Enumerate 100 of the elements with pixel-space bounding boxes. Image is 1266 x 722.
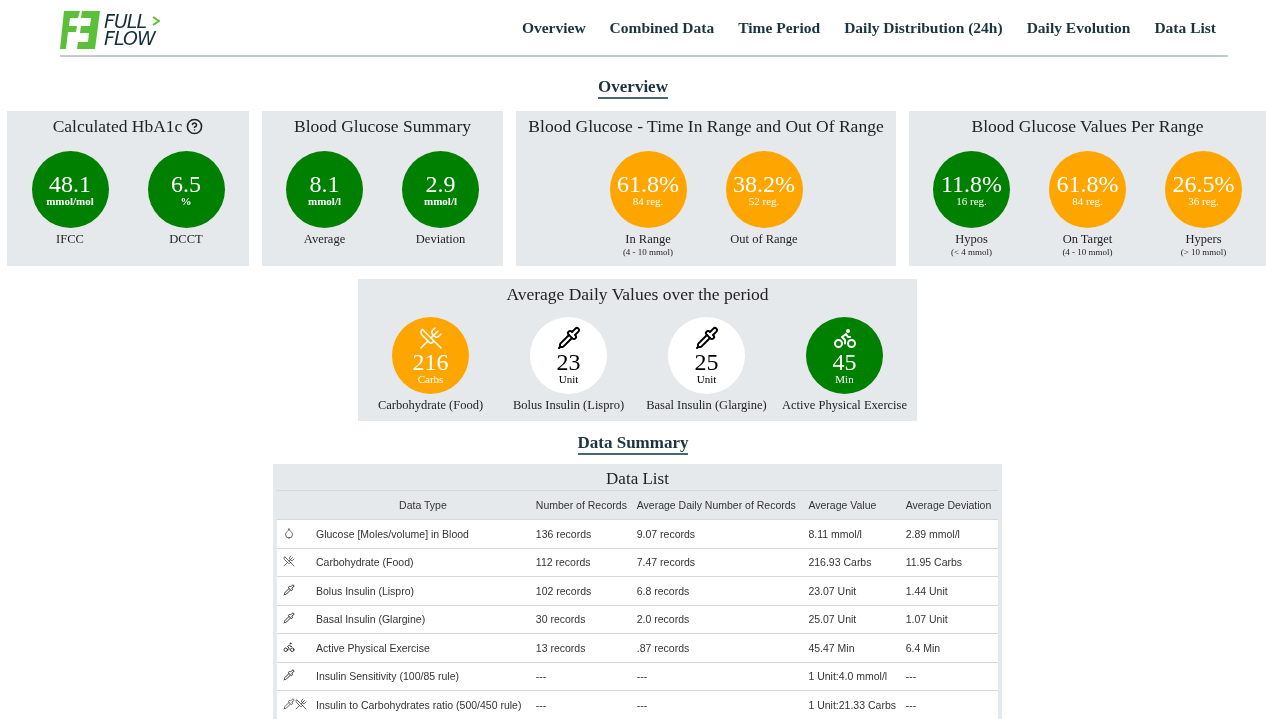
nav-link[interactable]: Daily Distribution (24h) xyxy=(844,18,1003,37)
stat-label: Carbohydrate (Food) xyxy=(377,398,484,413)
stat-unit: 16 reg. xyxy=(956,196,987,207)
logo-mark-icon xyxy=(60,10,100,49)
stat-label: Deviation xyxy=(415,232,466,247)
stat-value: 23 xyxy=(556,350,581,374)
stat-unit: mmol/l xyxy=(308,196,341,207)
table-cell: Active Physical Exercise xyxy=(313,633,533,662)
stat-value: 6.5 xyxy=(171,172,201,196)
table-cell: --- xyxy=(633,662,806,691)
table-cell: Glucose [Moles/volume] in Blood xyxy=(313,519,533,548)
nav-link[interactable]: Daily Evolution xyxy=(1026,18,1131,37)
table-cell: 1 Unit:4.0 mmol/l xyxy=(805,662,903,691)
dropper-icon xyxy=(556,326,581,350)
table-cell: 30 records xyxy=(532,605,634,634)
table-cell: 216.93 Carbs xyxy=(805,548,903,577)
table-cell: 1.44 Unit xyxy=(902,576,998,605)
stat-label: Hypos xyxy=(955,232,988,247)
logo-text: FULL xyxy=(104,12,160,30)
table-cell: .87 records xyxy=(633,633,806,662)
card-title: Calculated HbA1c xyxy=(52,116,204,137)
stat-unit: Unit xyxy=(558,374,579,385)
stat-value: 48.1 xyxy=(49,172,91,196)
stat-note: (> 10 mmol) xyxy=(1180,247,1227,257)
stat-unit: % xyxy=(180,196,192,207)
table-cell: --- xyxy=(532,690,634,719)
bicycle-icon xyxy=(832,326,857,350)
droplet-icon xyxy=(283,526,295,539)
table-cell: 1.07 Unit xyxy=(902,605,998,634)
utensils-icon xyxy=(283,555,295,568)
stat-value: 26.5% xyxy=(1172,172,1235,196)
table-cell: Insulin to Carbohydrates ratio (500/450 rule) xyxy=(313,690,533,719)
stat-unit: Unit xyxy=(696,374,717,385)
logo-text: FLOW xyxy=(104,29,157,47)
stat-label: IFCC xyxy=(56,232,84,247)
stat-label: Basal Insulin (Glargine) xyxy=(646,398,767,413)
table-cell: 23.07 Unit xyxy=(805,576,903,605)
stat-note: (4 - 10 mmol) xyxy=(622,247,674,257)
card-title: Blood Glucose Summary xyxy=(294,116,471,137)
nav-link[interactable]: Data List xyxy=(1154,18,1216,37)
stat-label: Out of Range xyxy=(730,232,798,247)
stat-value: 2.9 xyxy=(425,172,456,196)
table-cell: 102 records xyxy=(532,576,634,605)
table-cell: --- xyxy=(633,690,806,719)
stat-note: (4 - 10 mmol) xyxy=(1062,247,1113,257)
table-cell: 6.8 records xyxy=(633,576,806,605)
dropper-utensils-icon xyxy=(283,697,307,710)
stat-unit: 52 reg. xyxy=(748,196,780,207)
stat-label: Bolus Insulin (Lispro) xyxy=(512,398,625,413)
table-cell: 1 Unit:21.33 Carbs xyxy=(805,690,903,719)
stat-label: Average xyxy=(303,232,346,247)
nav-link[interactable]: Time Period xyxy=(738,18,821,37)
stat-value: 216 xyxy=(412,350,449,374)
stat-note: (< 4 mmol) xyxy=(950,247,993,257)
stat-value: 25 xyxy=(694,350,719,374)
utensils-icon xyxy=(418,326,443,350)
table-cell: --- xyxy=(902,662,998,691)
nav-link[interactable]: Combined Data xyxy=(609,18,715,37)
table-cell: Basal Insulin (Glargine) xyxy=(313,605,533,634)
table-cell: 136 records xyxy=(532,519,634,548)
dropper-icon xyxy=(283,612,295,625)
section-title: Overview xyxy=(598,77,668,99)
stat-label: Active Physical Exercise xyxy=(782,398,907,413)
help-icon[interactable] xyxy=(186,118,204,135)
table-cell: 6.4 Min xyxy=(902,633,998,662)
table-cell: 8.11 mmol/l xyxy=(805,519,903,548)
stat-value: 45 xyxy=(832,350,857,374)
table-cell: 112 records xyxy=(532,548,634,577)
card-title: Blood Glucose - Time In Range and Out Of Range xyxy=(528,116,884,137)
table-cell: Carbohydrate (Food) xyxy=(313,548,533,577)
stat-label: In Range xyxy=(625,232,671,247)
stat-unit: 84 reg. xyxy=(632,196,664,207)
stat-label: DCCT xyxy=(169,232,203,247)
stat-unit: Carbs xyxy=(417,374,444,385)
stat-unit: mmol/l xyxy=(424,196,457,207)
stat-value: 61.8% xyxy=(1056,172,1119,196)
stat-value: 38.2% xyxy=(733,172,795,196)
table-cell: --- xyxy=(532,662,634,691)
stat-value: 61.8% xyxy=(617,172,679,196)
table-cell: 11.95 Carbs xyxy=(902,548,998,577)
table-cell: 25.07 Unit xyxy=(805,605,903,634)
stat-unit: 84 reg. xyxy=(1072,196,1103,207)
table-cell: 2.89 mmol/l xyxy=(902,519,998,548)
stat-unit: mmol/mol xyxy=(46,196,94,207)
card-title: Blood Glucose Values Per Range xyxy=(971,116,1204,137)
table-cell: 9.07 records xyxy=(633,519,806,548)
card-title: Average Daily Values over the period xyxy=(506,284,769,305)
table-cell: --- xyxy=(902,690,998,719)
table-title: Data List xyxy=(605,468,670,490)
table-cell: Insulin Sensitivity (100/85 rule) xyxy=(313,662,533,691)
table-cell: Bolus Insulin (Lispro) xyxy=(313,576,533,605)
stat-unit: Min xyxy=(835,374,854,385)
stat-unit: 36 reg. xyxy=(1188,196,1219,207)
table-cell: 2.0 records xyxy=(633,605,806,634)
dropper-icon xyxy=(283,583,295,596)
section-title: Data Summary xyxy=(577,433,689,455)
table-cell: 13 records xyxy=(532,633,634,662)
dropper-icon xyxy=(283,669,295,682)
table-cell: 45.47 Min xyxy=(805,633,903,662)
nav-link[interactable]: Overview xyxy=(521,18,586,37)
